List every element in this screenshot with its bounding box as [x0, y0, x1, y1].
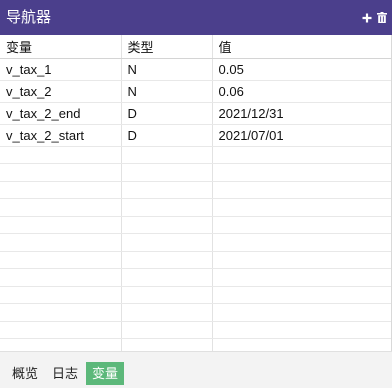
- variable-type-cell[interactable]: D: [121, 124, 213, 147]
- tab-overview[interactable]: 概览: [8, 362, 42, 385]
- table-row[interactable]: v_tax_2_start D 2021/07/01: [0, 124, 391, 147]
- variable-name-cell[interactable]: v_tax_2_start: [0, 124, 122, 147]
- tab-log[interactable]: 日志: [48, 362, 82, 385]
- empty-cell: [212, 321, 391, 339]
- empty-cell: [0, 268, 122, 287]
- empty-row: [0, 181, 391, 199]
- empty-cell: [0, 163, 122, 182]
- column-header-value[interactable]: 值: [212, 35, 391, 59]
- empty-cell: [121, 286, 213, 304]
- empty-row: [0, 268, 391, 287]
- empty-cell: [121, 181, 213, 199]
- empty-cell: [212, 286, 391, 304]
- navigator-panel: 导航器 变量 类型 值 v_tax_1 N 0.05 v_tax_2 N 0.0…: [0, 0, 392, 388]
- variable-value-cell[interactable]: 2021/12/31: [212, 102, 391, 125]
- bottom-tab-bar: 概览 日志 变量: [0, 351, 392, 388]
- empty-row: [0, 198, 391, 217]
- empty-row: [0, 303, 391, 322]
- empty-cell: [121, 321, 213, 339]
- trash-icon[interactable]: [376, 11, 388, 25]
- variables-grid: 变量 类型 值 v_tax_1 N 0.05 v_tax_2 N 0.06 v_…: [0, 35, 392, 351]
- empty-cell: [121, 268, 213, 287]
- title-actions: [361, 11, 388, 25]
- empty-cell: [0, 216, 122, 234]
- plus-icon[interactable]: [361, 11, 373, 25]
- empty-cell: [212, 198, 391, 217]
- variable-type-cell[interactable]: N: [121, 58, 213, 81]
- variable-value-cell[interactable]: 2021/07/01: [212, 124, 391, 147]
- variable-value-cell[interactable]: 0.06: [212, 80, 391, 103]
- table-row[interactable]: v_tax_2_end D 2021/12/31: [0, 102, 391, 125]
- variables-table: 变量 类型 值 v_tax_1 N 0.05 v_tax_2 N 0.06 v_…: [0, 35, 391, 351]
- empty-cell: [121, 338, 213, 351]
- empty-cell: [212, 303, 391, 322]
- empty-cell: [0, 286, 122, 304]
- navigator-titlebar: 导航器: [0, 0, 392, 35]
- empty-row: [0, 338, 391, 351]
- table-row[interactable]: v_tax_2 N 0.06: [0, 80, 391, 103]
- empty-cell: [212, 163, 391, 182]
- variable-type-cell[interactable]: N: [121, 80, 213, 103]
- empty-cell: [0, 198, 122, 217]
- empty-cell: [0, 303, 122, 322]
- empty-cell: [0, 233, 122, 252]
- variable-value-cell[interactable]: 0.05: [212, 58, 391, 81]
- empty-row: [0, 321, 391, 339]
- navigator-title: 导航器: [6, 9, 52, 26]
- empty-cell: [212, 216, 391, 234]
- empty-cell: [121, 216, 213, 234]
- empty-cell: [212, 251, 391, 269]
- empty-cell: [121, 198, 213, 217]
- variable-name-cell[interactable]: v_tax_2_end: [0, 102, 122, 125]
- variable-name-cell[interactable]: v_tax_2: [0, 80, 122, 103]
- empty-cell: [121, 163, 213, 182]
- empty-cell: [121, 233, 213, 252]
- empty-row: [0, 216, 391, 234]
- empty-cell: [0, 321, 122, 339]
- empty-row: [0, 251, 391, 269]
- empty-cell: [121, 251, 213, 269]
- empty-cell: [212, 338, 391, 351]
- empty-cell: [212, 146, 391, 164]
- table-header-row: 变量 类型 值: [0, 35, 391, 59]
- empty-cell: [121, 146, 213, 164]
- empty-cell: [121, 303, 213, 322]
- empty-row: [0, 163, 391, 182]
- empty-cell: [212, 181, 391, 199]
- empty-row: [0, 233, 391, 252]
- column-header-type[interactable]: 类型: [121, 35, 213, 59]
- empty-row: [0, 146, 391, 164]
- empty-cell: [212, 233, 391, 252]
- variable-type-cell[interactable]: D: [121, 102, 213, 125]
- tab-variables[interactable]: 变量: [86, 362, 124, 385]
- column-header-variable[interactable]: 变量: [0, 35, 122, 59]
- empty-cell: [0, 181, 122, 199]
- variable-name-cell[interactable]: v_tax_1: [0, 58, 122, 81]
- empty-cell: [0, 338, 122, 351]
- empty-cell: [0, 251, 122, 269]
- table-row[interactable]: v_tax_1 N 0.05: [0, 58, 391, 81]
- empty-row: [0, 286, 391, 304]
- empty-cell: [212, 268, 391, 287]
- empty-cell: [0, 146, 122, 164]
